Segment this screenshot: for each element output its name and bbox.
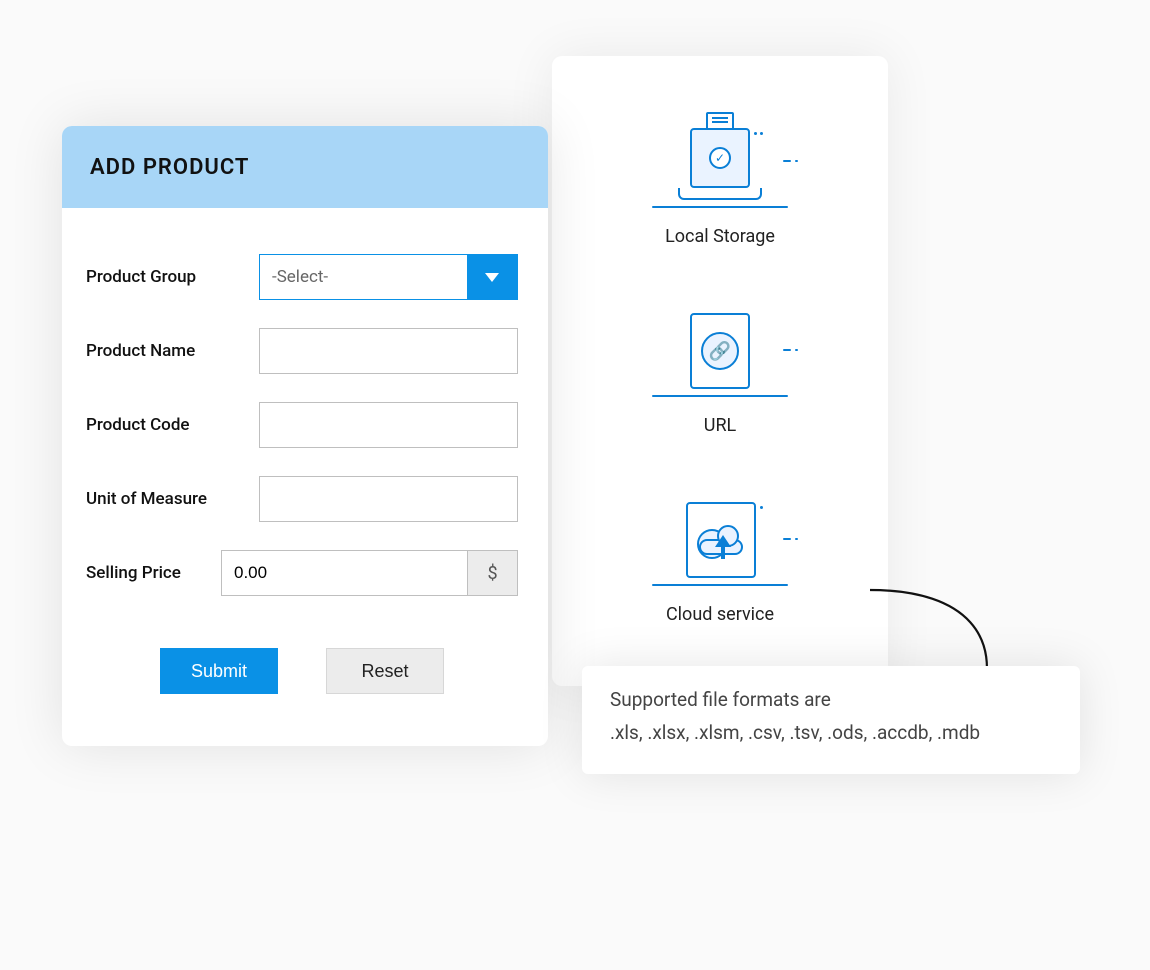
chevron-down-icon[interactable] (467, 255, 517, 299)
data-sources-card: ✓ Local Storage 🔗 URL (552, 56, 888, 686)
unit-of-measure-input[interactable] (260, 477, 517, 521)
url-icon: 🔗 (656, 307, 784, 397)
source-label: URL (704, 415, 736, 436)
reset-button[interactable]: Reset (326, 648, 444, 694)
source-cloud-service[interactable]: Cloud service (656, 496, 784, 625)
unit-of-measure-label: Unit of Measure (86, 489, 241, 509)
product-code-label: Product Code (86, 415, 241, 435)
product-name-input[interactable] (260, 329, 517, 373)
currency-symbol: $ (467, 551, 517, 595)
product-group-selected: -Select- (260, 255, 467, 299)
submit-button[interactable]: Submit (160, 648, 278, 694)
form-title: ADD PRODUCT (90, 155, 249, 180)
cloud-upload-icon (656, 496, 784, 586)
selling-price-input[interactable] (222, 551, 467, 595)
source-label: Cloud service (666, 604, 774, 625)
source-label: Local Storage (665, 226, 775, 247)
source-url[interactable]: 🔗 URL (656, 307, 784, 436)
product-name-label: Product Name (86, 341, 241, 361)
formats-list: .xls, .xlsx, .xlsm, .csv, .tsv, .ods, .a… (610, 721, 1052, 744)
product-group-select[interactable]: -Select- (259, 254, 518, 300)
local-storage-icon: ✓ (656, 118, 784, 208)
product-group-label: Product Group (86, 267, 241, 287)
product-code-input[interactable] (260, 403, 517, 447)
source-local-storage[interactable]: ✓ Local Storage (656, 118, 784, 247)
add-product-form: ADD PRODUCT Product Group -Select- Produ… (62, 126, 548, 746)
supported-formats-callout: Supported file formats are .xls, .xlsx, … (582, 666, 1080, 774)
selling-price-label: Selling Price (86, 563, 203, 583)
formats-lead: Supported file formats are (610, 688, 1052, 711)
form-header: ADD PRODUCT (62, 126, 548, 208)
